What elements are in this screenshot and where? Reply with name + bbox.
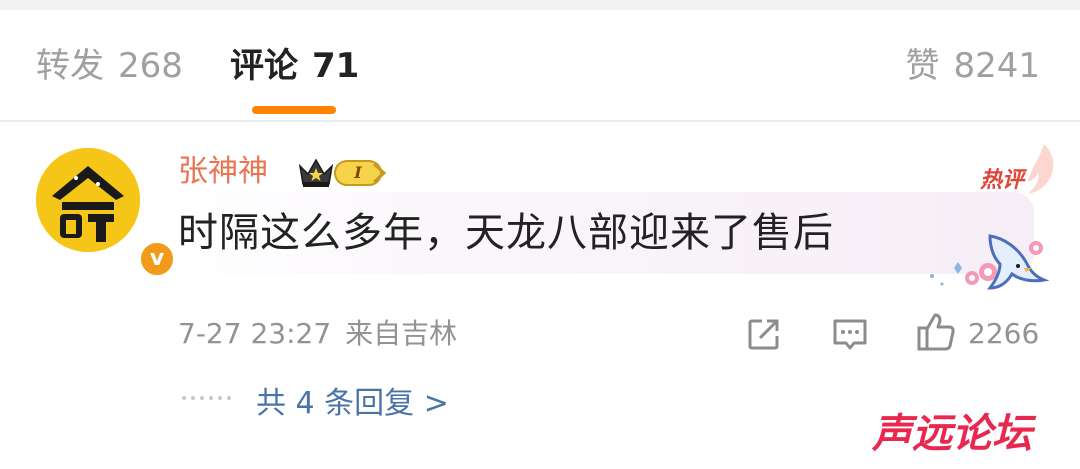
tab-comments[interactable]: 评论 71 (230, 44, 359, 88)
crown-icon (298, 158, 334, 187)
tab-likes-count: 8241 (953, 46, 1040, 86)
share-icon[interactable] (746, 316, 782, 352)
comment-username[interactable]: 张神神 (178, 152, 268, 192)
tab-comments-count: 71 (312, 46, 360, 86)
tab-comments-label: 评论 (230, 46, 298, 86)
comment-date: 7-27 23:27 (178, 317, 332, 350)
view-replies-link[interactable]: 共 4 条回复 > (256, 384, 449, 424)
tab-repost-label: 转发 (36, 46, 104, 86)
replies-dots-icon (182, 396, 231, 400)
avatar-image (36, 148, 140, 252)
tab-bar: 转发 268 评论 71 赞 8241 (0, 10, 1080, 120)
tab-likes-label: 赞 (905, 46, 940, 86)
watermark: 声远论坛 (872, 411, 1032, 457)
level-chevron-icon (372, 162, 387, 184)
comment-location: 来自吉林 (345, 317, 458, 350)
swallow-bird-sticker (930, 234, 1050, 290)
comment-meta: 7-27 23:27 来自吉林 (178, 316, 457, 352)
tab-repost[interactable]: 转发 268 (36, 44, 183, 88)
comment-text: 时隔这么多年，天龙八部迎来了售后 (178, 210, 834, 256)
tab-likes[interactable]: 赞 8241 (905, 44, 1040, 88)
comment-icon[interactable] (832, 316, 868, 352)
verified-badge: v (138, 240, 176, 278)
active-tab-indicator (252, 106, 336, 114)
thumbs-up-icon[interactable] (916, 312, 956, 352)
top-strip (0, 0, 1080, 10)
like-count: 2266 (968, 317, 1040, 350)
avatar[interactable]: v (36, 148, 176, 278)
tab-repost-count: 268 (118, 46, 183, 86)
hot-comment-badge: 热评 (980, 168, 1025, 193)
